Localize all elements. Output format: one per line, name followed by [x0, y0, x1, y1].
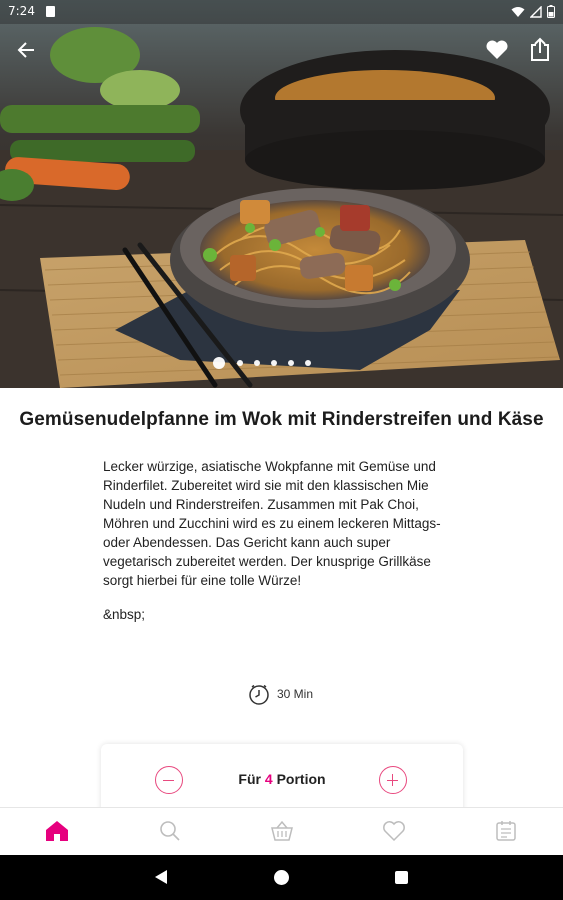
nav-search[interactable]: [157, 818, 183, 844]
plus-icon: [391, 774, 394, 786]
home-icon: [46, 821, 68, 841]
favorite-button[interactable]: [484, 38, 510, 62]
heart-outline-icon: [383, 821, 405, 842]
carousel-dot-3[interactable]: [254, 360, 260, 366]
nav-meal-plan[interactable]: [493, 818, 519, 844]
bottom-navigation: [0, 807, 563, 855]
meal-plan-icon: [496, 821, 516, 841]
recipe-duration: 30 Min: [248, 683, 313, 705]
status-bar: 7:24: [0, 0, 563, 24]
share-button[interactable]: [528, 36, 552, 62]
system-home-icon[interactable]: [274, 870, 289, 885]
nav-favorites[interactable]: [381, 818, 407, 844]
portion-count: 4: [264, 771, 273, 787]
wifi-icon: [511, 6, 525, 17]
recipe-hero-image[interactable]: [0, 0, 563, 388]
share-icon: [531, 37, 549, 61]
battery-icon: [547, 5, 555, 18]
arrow-left-icon: [17, 42, 34, 58]
sd-card-icon: [46, 6, 55, 17]
system-back-icon[interactable]: [154, 869, 168, 885]
status-icons: [511, 5, 555, 18]
clock-icon: [249, 684, 269, 705]
recipe-title: Gemüsenudelpfanne im Wok mit Rinderstrei…: [19, 409, 544, 430]
carousel-dot-5[interactable]: [288, 360, 294, 366]
signal-icon: [530, 5, 542, 18]
duration-text: 30 Min: [277, 687, 314, 701]
carousel-dot-6[interactable]: [305, 360, 311, 366]
recipe-detail-screen: 7:24 Gemüsenudelpfanne im Wok mit Rinder…: [0, 0, 563, 900]
increase-portion-button[interactable]: [379, 766, 407, 794]
system-navigation-bar: [0, 855, 563, 900]
carousel-dot-2[interactable]: [237, 360, 243, 366]
status-time: 7:24: [8, 4, 35, 18]
nav-home[interactable]: [44, 818, 70, 844]
portion-label: Für 4 Portion: [101, 771, 463, 787]
system-recents-icon[interactable]: [395, 871, 408, 884]
hero-photo: [0, 0, 563, 388]
carousel-dot-1[interactable]: [213, 357, 225, 369]
portion-suffix: Portion: [276, 771, 326, 787]
heart-icon: [486, 40, 508, 59]
search-icon: [160, 821, 180, 841]
recipe-description: Lecker würzige, asiatische Wokpfanne mit…: [103, 459, 441, 588]
recipe-extra-text: &nbsp;: [103, 607, 146, 622]
back-button[interactable]: [14, 38, 40, 62]
carousel-dot-4[interactable]: [271, 360, 277, 366]
basket-icon: [271, 820, 293, 841]
image-carousel-indicator: [213, 357, 311, 369]
nav-shopping-list[interactable]: [269, 818, 295, 844]
portion-prefix: Für: [238, 771, 261, 787]
